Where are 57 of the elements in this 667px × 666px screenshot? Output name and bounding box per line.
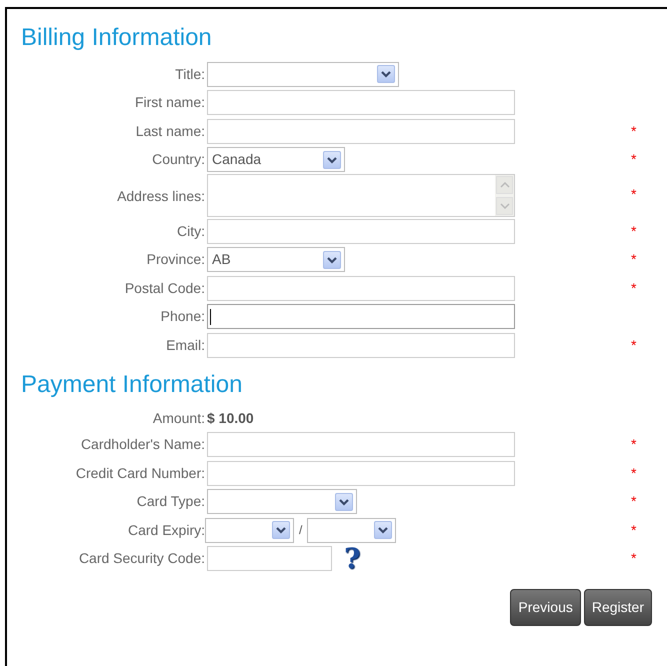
chevron-down-icon [500, 203, 510, 209]
field-label: City: [176, 222, 205, 241]
field-label: Postal Code: [124, 278, 205, 298]
field-label: Cardholder's Name: [80, 435, 205, 454]
text-field[interactable] [207, 90, 515, 116]
dropdown-field[interactable] [307, 518, 396, 543]
field-label: Card Type: [136, 492, 205, 512]
field-label: Amount: [152, 409, 205, 428]
field-label: Phone: [160, 307, 205, 326]
field-label: Email: [165, 336, 205, 355]
field-label: Title: [174, 64, 205, 84]
text-field[interactable] [207, 432, 515, 458]
scrollbar[interactable] [495, 175, 514, 216]
dropdown-field[interactable]: AB [207, 247, 345, 272]
required-mark: * [631, 464, 638, 483]
address-text-area[interactable] [207, 174, 515, 217]
field-label: Province: [146, 250, 205, 270]
form-button[interactable]: Previous [510, 589, 581, 626]
section-heading: Payment Information [21, 370, 244, 400]
text-field[interactable] [207, 118, 515, 144]
field-label: Credit Card Number: [74, 464, 205, 483]
required-mark: * [631, 549, 638, 568]
required-mark: * [631, 185, 638, 204]
amount-value: $ 10.00 [207, 410, 254, 426]
required-mark: * [631, 250, 638, 270]
field-label: Country: [151, 150, 205, 170]
form-button[interactable]: Register [584, 589, 652, 626]
required-mark: * [631, 492, 638, 512]
section-heading: Billing Information [21, 23, 213, 53]
field-label: Last name: [134, 122, 205, 141]
field-label: Card Expiry: [126, 520, 205, 540]
required-mark: * [631, 122, 638, 141]
required-mark: * [631, 336, 638, 355]
text-field[interactable] [207, 460, 515, 486]
dropdown-field[interactable]: Canada [207, 147, 345, 172]
dropdown-field[interactable] [207, 62, 399, 87]
field-label: Address lines: [116, 187, 205, 206]
required-mark: * [631, 278, 638, 298]
dropdown-field[interactable] [207, 489, 357, 514]
text-field[interactable] [207, 218, 515, 244]
scroll-up-button[interactable] [496, 176, 513, 194]
help-icon[interactable]: ? [344, 544, 360, 573]
scroll-down-button[interactable] [496, 197, 513, 215]
field-label: First name: [134, 93, 205, 112]
field-label: Card Security Code: [78, 549, 205, 568]
chevron-up-icon [500, 182, 510, 188]
security-code-field[interactable] [207, 546, 332, 572]
text-field[interactable] [207, 276, 515, 301]
dropdown-field[interactable] [205, 518, 294, 543]
text-cursor [210, 308, 211, 325]
text-field[interactable] [207, 332, 515, 358]
required-mark: * [631, 222, 638, 241]
date-separator: / [299, 522, 302, 540]
required-mark: * [631, 150, 638, 170]
required-mark: * [631, 435, 638, 454]
required-mark: * [631, 520, 638, 540]
text-field[interactable] [207, 304, 515, 330]
